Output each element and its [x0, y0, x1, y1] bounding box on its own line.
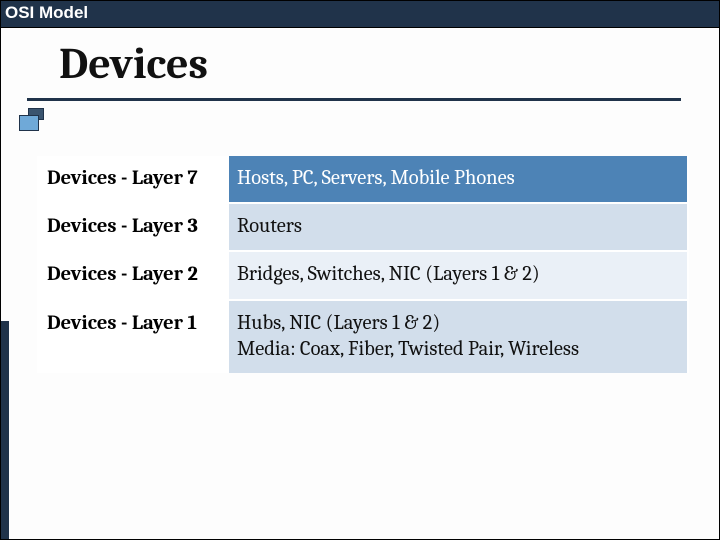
table-row: Devices - Layer 1 Hubs, NIC (Layers 1 & …: [38, 300, 688, 373]
slide: OSI Model Devices Devices - Layer 7 Host…: [0, 0, 720, 540]
title-underline: [27, 98, 681, 101]
devices-table: Devices - Layer 7 Hosts, PC, Servers, Mo…: [37, 156, 689, 373]
table-row: Devices - Layer 3 Routers: [38, 203, 688, 251]
left-accent-strip: [1, 321, 9, 539]
row-value: Routers: [228, 203, 688, 251]
row-label: Devices - Layer 3: [38, 203, 228, 251]
row-value: Bridges, Switches, NIC (Layers 1 & 2): [228, 251, 688, 299]
title-area: Devices: [1, 28, 719, 92]
row-label: Devices - Layer 7: [38, 156, 228, 203]
row-value: Hosts, PC, Servers, Mobile Phones: [228, 156, 688, 203]
row-label: Devices - Layer 2: [38, 251, 228, 299]
header-title: OSI Model: [5, 3, 88, 22]
header-bar: OSI Model: [1, 1, 719, 28]
devices-table-container: Devices - Layer 7 Hosts, PC, Servers, Mo…: [37, 156, 689, 373]
slide-title: Devices: [59, 42, 691, 92]
title-bullet-icon: [19, 108, 45, 134]
table-row: Devices - Layer 7 Hosts, PC, Servers, Mo…: [38, 156, 688, 203]
row-label: Devices - Layer 1: [38, 300, 228, 373]
table-row: Devices - Layer 2 Bridges, Switches, NIC…: [38, 251, 688, 299]
row-value: Hubs, NIC (Layers 1 & 2) Media: Coax, Fi…: [228, 300, 688, 373]
